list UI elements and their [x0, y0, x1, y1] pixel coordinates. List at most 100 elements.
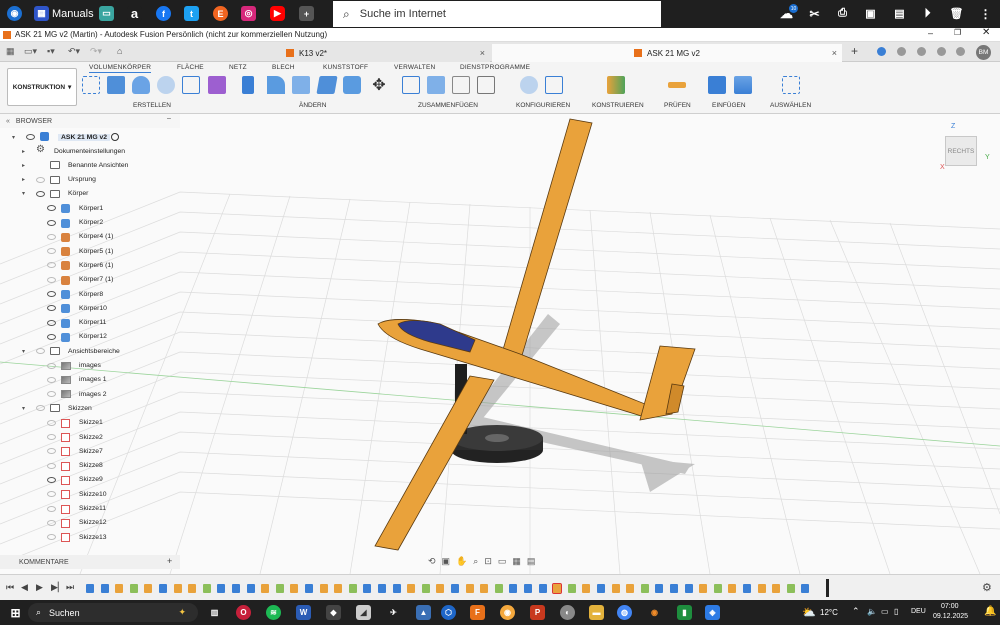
group-konfigurieren[interactable]: KONFIGURIEREN	[516, 102, 570, 109]
timeline-feature-icon[interactable]	[786, 584, 795, 593]
timeline-feature-icon[interactable]	[757, 584, 766, 593]
restore-icon[interactable]: ❐	[954, 28, 961, 37]
timeline-feature-icon[interactable]	[509, 584, 518, 593]
grid-settings-icon[interactable]: ▦	[512, 556, 521, 567]
timeline-feature-icon[interactable]	[772, 584, 781, 593]
timeline-feature-icon[interactable]	[173, 584, 182, 593]
measure-icon[interactable]	[668, 82, 686, 88]
timeline-feature-icon[interactable]	[743, 584, 751, 593]
tab-k13-close-icon[interactable]: ×	[480, 48, 485, 58]
visibility-icon[interactable]	[47, 376, 56, 383]
twitter-icon[interactable]: t	[184, 6, 199, 21]
timeline-feature-icon[interactable]	[699, 584, 708, 593]
timeline-feature-icon[interactable]	[290, 584, 299, 593]
instagram-icon[interactable]: ◎	[241, 6, 256, 21]
play-icon[interactable]: ⏵	[920, 6, 935, 21]
insert-derive-icon[interactable]	[708, 76, 726, 94]
timeline-feature-icon[interactable]	[670, 584, 678, 593]
edge-dev-icon[interactable]: ◆	[326, 605, 341, 620]
tree-root[interactable]: ▾ ASK 21 MG v2	[0, 130, 120, 144]
flight-icon[interactable]: ✈	[386, 605, 401, 620]
collapse-icon[interactable]: «	[6, 118, 10, 125]
visibility-icon[interactable]	[47, 233, 56, 240]
app-blue-icon[interactable]: ◈	[705, 605, 720, 620]
tab-k13[interactable]: K13 v2* ×	[280, 44, 490, 62]
clock-time[interactable]: 07:00	[941, 603, 959, 610]
select-icon[interactable]	[782, 76, 800, 94]
tab-blech[interactable]: BLECH	[272, 64, 295, 71]
timeline-feature-icon[interactable]	[801, 584, 810, 593]
pattern-icon[interactable]	[182, 76, 200, 94]
tree-item[interactable]: Skizze10	[0, 487, 180, 501]
visibility-icon[interactable]	[47, 434, 56, 440]
new-tab-icon[interactable]: +	[851, 44, 858, 58]
chevron-up-icon[interactable]: ⌃	[852, 606, 860, 617]
tree-item[interactable]: Körper10	[0, 301, 180, 315]
visibility-icon[interactable]	[47, 205, 56, 212]
group-einfuegen[interactable]: EINFÜGEN	[712, 102, 746, 109]
group-erstellen[interactable]: ERSTELLEN	[133, 102, 171, 109]
group-auswaehlen[interactable]: AUSWÄHLEN	[770, 102, 811, 109]
tab-verwalten[interactable]: VERWALTEN	[394, 64, 435, 71]
visibility-icon[interactable]	[36, 190, 45, 197]
joint-icon[interactable]	[427, 76, 445, 94]
spotify-icon[interactable]: ≋	[266, 605, 281, 620]
timeline-feature-icon[interactable]	[684, 584, 693, 593]
timeline-settings-icon[interactable]: ⚙	[982, 581, 992, 594]
minimize-panel-icon[interactable]: –	[167, 115, 171, 122]
language-indicator[interactable]: DEU	[911, 608, 926, 615]
visibility-icon[interactable]	[47, 305, 56, 312]
tree-item[interactable]: Körper5 (1)	[0, 244, 180, 258]
joint-origin-icon[interactable]	[477, 76, 495, 94]
caret-right-icon[interactable]: ▸	[22, 162, 25, 169]
timeline-feature-icon[interactable]	[363, 584, 372, 593]
visibility-icon[interactable]	[47, 291, 56, 297]
tree-item[interactable]: Skizze7	[0, 444, 180, 458]
app-orange-icon[interactable]: ◉	[500, 605, 515, 620]
windows-logo-icon[interactable]: ◉	[7, 6, 22, 21]
move-icon[interactable]: ✥	[370, 76, 388, 94]
group-pruefen[interactable]: PRÜFEN	[664, 102, 691, 109]
timeline-feature-icon[interactable]	[655, 584, 664, 593]
tree-item[interactable]: images 1	[0, 373, 180, 387]
workspace-switcher[interactable]: KONSTRUKTION ▾	[7, 68, 77, 106]
notifications-icon[interactable]	[917, 47, 926, 56]
as-built-joint-icon[interactable]	[452, 76, 470, 94]
caret-right-icon[interactable]: ▸	[22, 176, 25, 183]
caret-down-icon[interactable]: ▾	[22, 190, 25, 197]
new-component-icon[interactable]	[402, 76, 420, 94]
tree-item[interactable]: Körper12	[0, 330, 180, 344]
viewcube-face[interactable]: RECHTS	[945, 136, 977, 166]
opera-icon[interactable]: O	[236, 605, 251, 620]
visibility-icon[interactable]	[47, 319, 56, 326]
taskbar-search[interactable]: ⌕ Suchen ✦	[28, 603, 198, 622]
tree-item[interactable]: Körper2	[0, 216, 180, 230]
manuals-label[interactable]: Manuals	[52, 8, 94, 20]
caret-right-icon[interactable]: ▸	[22, 148, 25, 155]
weather-icon[interactable]: ⛅	[802, 606, 816, 619]
timeline-feature-icon[interactable]	[144, 584, 153, 593]
undo-icon[interactable]: ↶▾	[68, 46, 80, 57]
minimize-icon[interactable]: –	[928, 28, 933, 38]
visibility-icon[interactable]	[47, 276, 56, 283]
viewports-icon[interactable]: ▤	[527, 556, 536, 567]
visibility-icon[interactable]	[47, 534, 56, 541]
job-status-icon[interactable]	[897, 47, 906, 56]
tree-item[interactable]: images 2	[0, 387, 180, 401]
timeline-feature-icon[interactable]	[334, 584, 343, 593]
extensions-icon[interactable]	[877, 47, 886, 56]
timeline-forward-icon[interactable]: ▶▏	[51, 582, 65, 593]
visibility-icon[interactable]	[47, 333, 56, 340]
tree-item[interactable]: Körper4 (1)	[0, 230, 180, 244]
timeline-feature-icon[interactable]	[611, 584, 620, 593]
add-tile-icon[interactable]: +	[299, 6, 314, 21]
pan-icon[interactable]: ✋	[456, 556, 467, 567]
scissors-icon[interactable]: ✂	[807, 6, 822, 21]
timeline-play-icon[interactable]: ▶	[36, 582, 43, 593]
timeline-feature-icon[interactable]	[728, 584, 737, 593]
file-explorer-icon[interactable]: ▬	[589, 605, 604, 620]
browser-header[interactable]: « BROWSER –	[0, 114, 180, 128]
window-close-icon[interactable]: ✕	[982, 27, 990, 38]
app-tile-icon[interactable]: ▭	[99, 6, 114, 21]
tree-item[interactable]: Skizze2	[0, 430, 180, 444]
